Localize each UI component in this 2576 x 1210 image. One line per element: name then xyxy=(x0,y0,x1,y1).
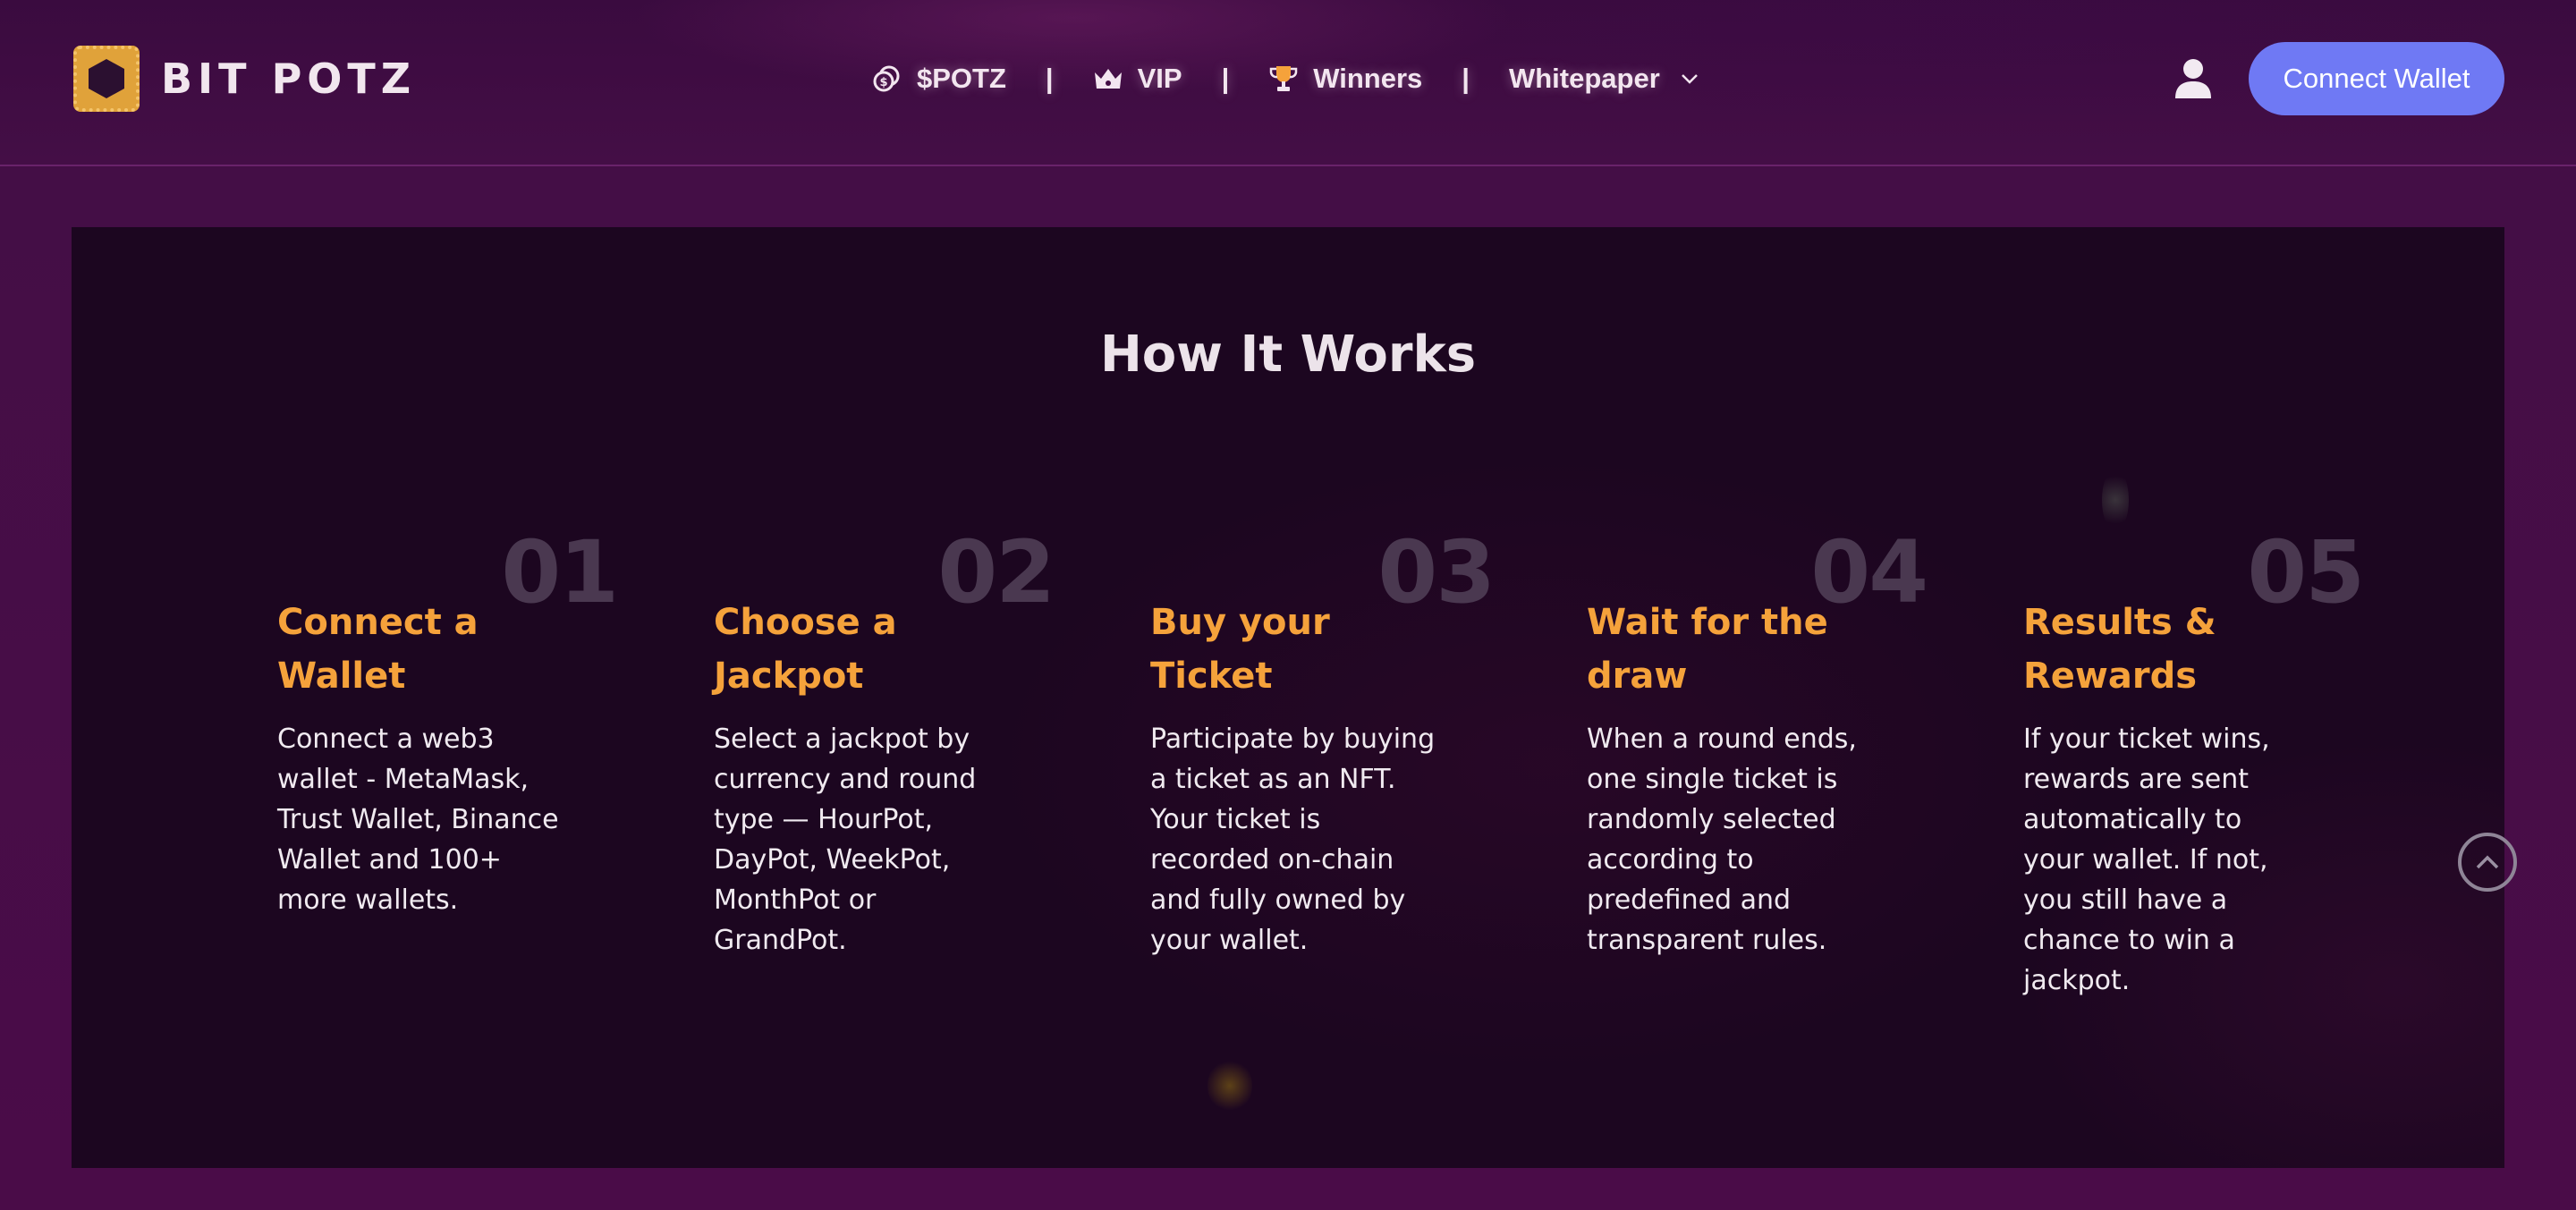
nav-item-vip[interactable]: VIP xyxy=(1093,63,1182,95)
nav-label-whitepaper: Whitepaper xyxy=(1508,63,1660,94)
nav-separator: | xyxy=(1462,63,1470,94)
connect-wallet-button[interactable]: Connect Wallet xyxy=(2249,42,2504,115)
nav-label-vip: VIP xyxy=(1137,63,1182,94)
nav-item-winners[interactable]: Winners xyxy=(1268,63,1422,95)
crown-icon xyxy=(1093,63,1123,94)
nav-item-potz[interactable]: $ $POTZ xyxy=(872,63,1006,95)
svg-text:$: $ xyxy=(879,76,887,89)
nav-separator: | xyxy=(1221,63,1230,94)
logo-text: BIT POTZ xyxy=(161,55,417,103)
step-description: Select a jackpot by currency and round t… xyxy=(714,723,977,956)
step-title: Wait for the draw xyxy=(1587,602,1828,697)
site-header: BIT POTZ $ $POTZ | VIP | Winners | White… xyxy=(0,0,2576,166)
step-description: When a round ends, one single ticket is … xyxy=(1587,723,1857,956)
logo-hexagon-icon xyxy=(73,46,140,112)
user-icon[interactable] xyxy=(2174,57,2213,100)
step-description: Connect a web3 wallet - MetaMask, Trust … xyxy=(277,723,559,916)
nav-item-whitepaper[interactable]: Whitepaper xyxy=(1509,63,1705,95)
step-card: 03 Buy your Ticket Participate by buying… xyxy=(1150,522,1496,1077)
chevron-up-icon xyxy=(2476,855,2499,869)
section-title: How It Works xyxy=(1099,326,1477,384)
trophy-icon xyxy=(1268,63,1299,94)
step-card: 05 Results & Rewards If your ticket wins… xyxy=(2023,522,2365,1077)
step-title: Buy your Ticket xyxy=(1150,602,1330,697)
scroll-to-top-button[interactable] xyxy=(2458,833,2517,892)
step-card: 04 Wait for the draw When a round ends, … xyxy=(1587,522,1928,1077)
main-nav: $ $POTZ | VIP | Winners | Whitepaper xyxy=(872,54,1705,104)
chevron-down-icon xyxy=(1674,63,1705,94)
step-description: Participate by buying a ticket as an NFT… xyxy=(1150,723,1436,956)
how-it-works-section: How It Works 01 Connect a Wallet Connect… xyxy=(72,227,2504,1168)
nav-label-potz: $POTZ xyxy=(917,63,1006,94)
nav-label-winners: Winners xyxy=(1313,63,1423,94)
logo[interactable]: BIT POTZ xyxy=(73,45,416,113)
nav-separator: | xyxy=(1045,63,1054,94)
step-title: Results & Rewards xyxy=(2023,602,2216,697)
step-title: Choose a Jackpot xyxy=(714,602,897,697)
coin-icon: $ xyxy=(872,63,902,94)
step-card: 01 Connect a Wallet Connect a web3 walle… xyxy=(277,522,619,1077)
step-title: Connect a Wallet xyxy=(277,602,479,697)
step-description: If your ticket wins, rewards are sent au… xyxy=(2023,723,2270,996)
step-card: 02 Choose a Jackpot Select a jackpot by … xyxy=(714,522,1055,1077)
